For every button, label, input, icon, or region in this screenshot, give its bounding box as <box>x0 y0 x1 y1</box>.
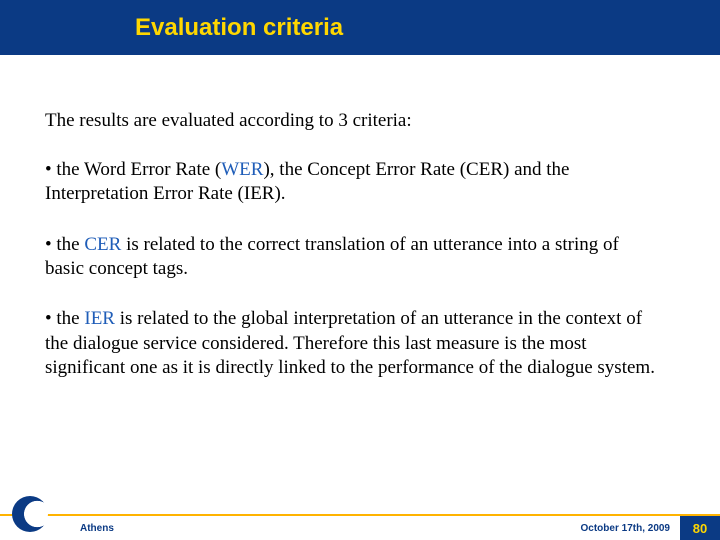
accent-ier: IER <box>84 308 115 329</box>
footer: Athens October 17th, 2009 80 <box>0 514 720 540</box>
bullet-cer: • the CER is related to the correct tran… <box>45 233 660 282</box>
footer-divider <box>0 514 720 516</box>
slide-content: The results are evaluated according to 3… <box>0 55 720 380</box>
bullet-text: • the Word Error Rate ( <box>45 159 221 180</box>
header-bar: Evaluation criteria <box>0 0 720 55</box>
accent-wer: WER <box>221 159 263 180</box>
accent-cer: CER <box>84 234 121 255</box>
bullet-text: • the <box>45 234 84 255</box>
intro-text: The results are evaluated according to 3… <box>45 110 660 132</box>
slide-title: Evaluation criteria <box>135 14 343 42</box>
footer-date: October 17th, 2009 <box>581 523 670 534</box>
footer-location: Athens <box>80 523 114 534</box>
logo-icon <box>12 496 48 532</box>
page-number-badge: 80 <box>680 516 720 540</box>
bullet-text: is related to the correct translation of… <box>45 234 619 279</box>
bullet-text: • the <box>45 308 84 329</box>
bullet-ier: • the IER is related to the global inter… <box>45 307 660 380</box>
bullet-text: is related to the global interpretation … <box>45 308 655 378</box>
bullet-wer: • the Word Error Rate (WER), the Concept… <box>45 158 660 207</box>
